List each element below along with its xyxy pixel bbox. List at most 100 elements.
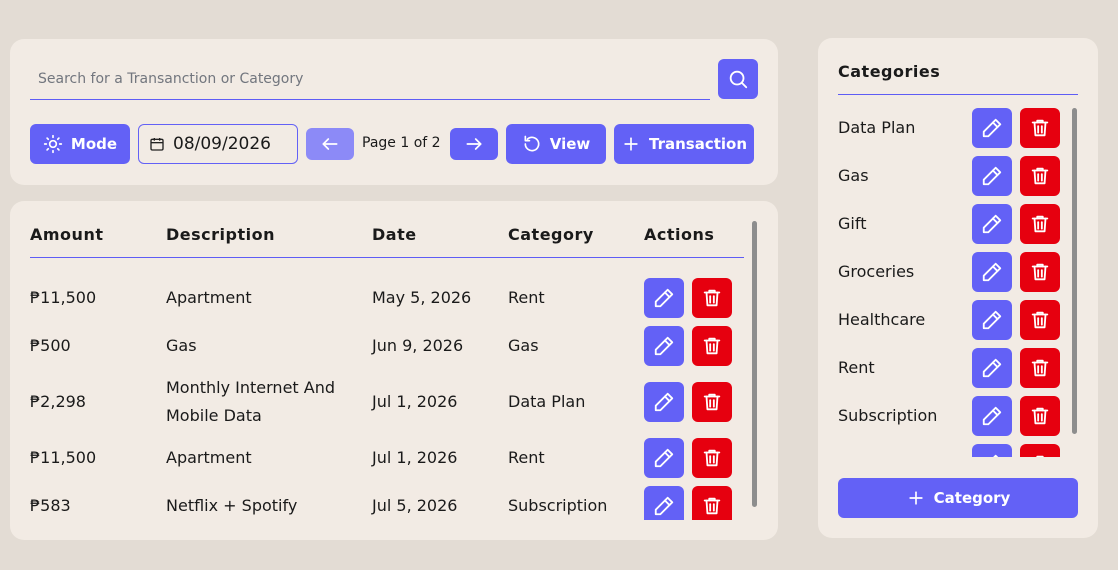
delete-category-button[interactable] (1020, 348, 1060, 388)
edit-category-button[interactable] (972, 396, 1012, 436)
search-button[interactable] (718, 59, 758, 99)
edit-category-button[interactable] (972, 348, 1012, 388)
trash-icon (701, 335, 723, 357)
trash-icon (701, 287, 723, 309)
category-name: Data Plan (838, 118, 916, 137)
transactions-table: Amount Description Date Category Actions… (10, 201, 778, 540)
calendar-icon (149, 136, 165, 152)
cell-date: May 5, 2026 (372, 288, 472, 307)
cell-description: Apartment (166, 448, 252, 467)
category-name: Groceries (838, 262, 915, 281)
table-row: ₱500 Gas Jun 9, 2026 Gas (10, 326, 750, 366)
delete-category-button[interactable] (1020, 204, 1060, 244)
transaction-label: Transaction (648, 135, 748, 153)
pencil-icon (653, 495, 675, 517)
delete-button[interactable] (692, 326, 732, 366)
delete-button[interactable] (692, 382, 732, 422)
pencil-icon (981, 405, 1003, 427)
prev-page-button[interactable] (306, 128, 354, 160)
sun-icon (43, 134, 63, 154)
cell-date: Jun 9, 2026 (372, 336, 464, 355)
edit-button[interactable] (644, 382, 684, 422)
categories-title: Categories (838, 62, 941, 81)
delete-button[interactable] (692, 486, 732, 520)
edit-category-button[interactable] (972, 252, 1012, 292)
arrow-right-icon (464, 134, 484, 154)
header-description: Description (166, 225, 275, 244)
search-input[interactable] (30, 59, 710, 99)
cell-amount: ₱500 (30, 336, 71, 355)
plus-icon (621, 134, 641, 154)
trash-icon (701, 495, 723, 517)
cell-amount: ₱2,298 (30, 392, 86, 411)
mode-button[interactable]: Mode (30, 124, 130, 164)
next-page-button[interactable] (450, 128, 498, 160)
category-item: Groceries (818, 252, 1078, 292)
delete-category-button[interactable] (1020, 252, 1060, 292)
edit-category-button[interactable] (972, 108, 1012, 148)
delete-category-button[interactable] (1020, 108, 1060, 148)
table-row: ₱583 Netflix + Spotify Jul 5, 2026 Subsc… (10, 486, 750, 520)
header-category: Category (508, 225, 594, 244)
category-item: Rent (818, 348, 1078, 388)
date-value: 08/09/2026 (173, 134, 271, 154)
cell-description: Apartment (166, 288, 252, 307)
cell-amount: ₱583 (30, 496, 71, 515)
edit-button[interactable] (644, 486, 684, 520)
add-category-button[interactable]: Category (838, 478, 1078, 518)
categories-scrollbar[interactable] (1072, 108, 1077, 434)
delete-category-button[interactable] (1020, 396, 1060, 436)
mode-label: Mode (70, 135, 118, 153)
category-name: Rent (838, 358, 875, 377)
category-item: Healthcare (818, 300, 1078, 340)
cell-amount: ₱11,500 (30, 448, 97, 467)
cell-category: Rent (508, 288, 545, 307)
table-scrollbar[interactable] (752, 221, 757, 507)
categories-list: Data Plan Gas Gift Groceries Healthcare Rent S… (818, 95, 1088, 457)
edit-button[interactable] (644, 278, 684, 318)
edit-button[interactable] (644, 438, 684, 478)
date-input[interactable]: 08/09/2026 (138, 124, 298, 164)
delete-category-button[interactable] (1020, 156, 1060, 196)
trash-icon (1029, 165, 1051, 187)
pencil-icon (981, 453, 1003, 457)
cell-description: Gas (166, 336, 197, 355)
pencil-icon (981, 309, 1003, 331)
category-item: Transportation (818, 444, 1078, 457)
pencil-icon (981, 165, 1003, 187)
pencil-icon (653, 391, 675, 413)
table-row: ₱2,298 Monthly Internet And Mobile Data … (10, 374, 750, 430)
edit-category-button[interactable] (972, 444, 1012, 457)
trash-icon (1029, 405, 1051, 427)
edit-button[interactable] (644, 326, 684, 366)
view-button[interactable]: View (506, 124, 606, 164)
cell-date: Jul 1, 2026 (372, 448, 458, 467)
trash-icon (701, 447, 723, 469)
edit-category-button[interactable] (972, 156, 1012, 196)
delete-category-button[interactable] (1020, 300, 1060, 340)
delete-button[interactable] (692, 278, 732, 318)
pencil-icon (653, 447, 675, 469)
category-name: Gift (838, 214, 867, 233)
pencil-icon (653, 287, 675, 309)
delete-category-button[interactable] (1020, 444, 1060, 457)
trash-icon (1029, 357, 1051, 379)
cell-category: Data Plan (508, 392, 586, 411)
category-item: Gift (818, 204, 1078, 244)
trash-icon (1029, 453, 1051, 457)
trash-icon (1029, 261, 1051, 283)
category-item: Gas (818, 156, 1078, 196)
cell-date: Jul 1, 2026 (372, 392, 458, 411)
add-transaction-button[interactable]: Transaction (614, 124, 754, 164)
edit-category-button[interactable] (972, 300, 1012, 340)
pencil-icon (981, 117, 1003, 139)
category-item: Subscription (818, 396, 1078, 436)
cell-category: Subscription (508, 496, 608, 515)
delete-button[interactable] (692, 438, 732, 478)
table-body: ₱11,500 Apartment May 5, 2026 Rent ₱500 … (10, 258, 778, 520)
table-row: ₱11,500 Apartment Jul 1, 2026 Rent (10, 438, 750, 478)
edit-category-button[interactable] (972, 204, 1012, 244)
cell-category: Rent (508, 448, 545, 467)
cell-amount: ₱11,500 (30, 288, 97, 307)
category-name: Transportation (838, 450, 954, 457)
